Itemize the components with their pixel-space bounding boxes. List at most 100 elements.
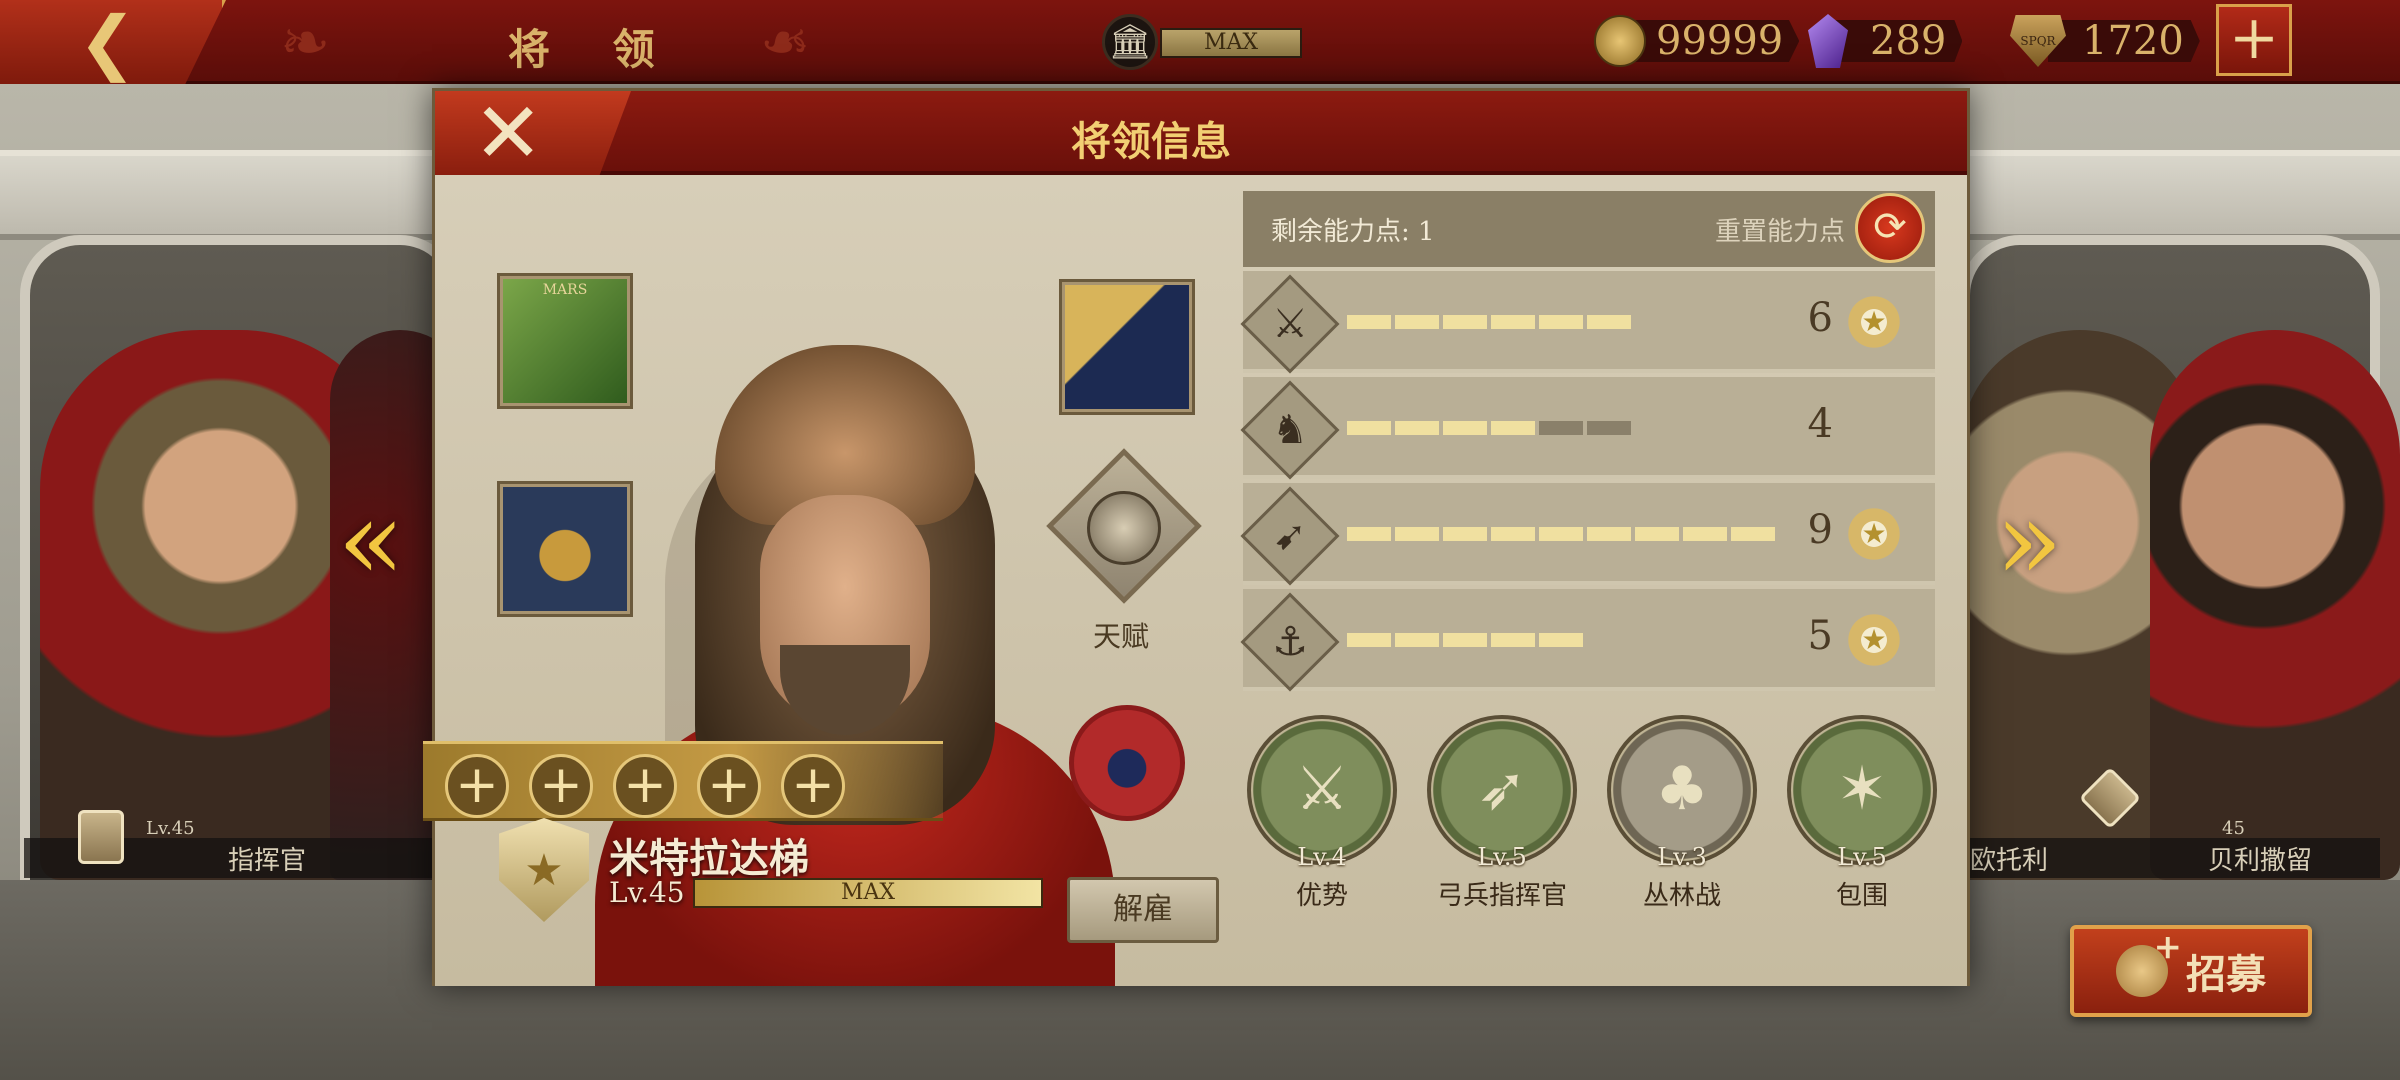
rank-shield-icon: ★ (499, 818, 589, 922)
stat-bar-navy (1347, 633, 1583, 647)
experience-bar: MAX (693, 878, 1043, 908)
stat-bar-infantry (1347, 315, 1631, 329)
back-arrow-icon: ❮ (78, 1, 137, 83)
talent-label: 天赋 (1092, 620, 1149, 653)
stat-bar-segment (1443, 527, 1487, 541)
remaining-points-label: 剩余能力点: 1 (1271, 216, 1435, 247)
equipment-slot-scroll[interactable] (1059, 279, 1195, 415)
back-button[interactable]: ❮ (0, 0, 226, 84)
ability-points-header: 剩余能力点: 1 重置能力点 ⟳ (1243, 191, 1935, 267)
hero-info-modal: ✕ 将领信息 MARS 天赋 + + + + + ★ 米特拉达梯 Lv.45 M… (423, 88, 1970, 986)
gold-resource[interactable]: 99999 (1594, 15, 1800, 67)
skill-jungle-warfare[interactable]: ♣ Lv.3 丛林战 (1607, 715, 1757, 912)
stat-bar-segment (1347, 527, 1391, 541)
reset-points-label: 重置能力点 (1714, 216, 1845, 247)
star-medal-icon[interactable]: ★ (1843, 505, 1905, 563)
gold-value: 99999 (1628, 20, 1800, 62)
side-hero-name-right-1: 欧托利 (1970, 845, 2049, 876)
side-hero-rank-badge-left (78, 810, 124, 864)
horse-icon: ♞ (1272, 407, 1308, 453)
page-title: 将 领 (508, 25, 679, 74)
upgrade-slot-4[interactable]: + (697, 754, 761, 818)
gem-value: 289 (1830, 20, 1963, 62)
stat-bar-segment (1539, 527, 1583, 541)
side-hero-level-left: Lv.45 (146, 818, 195, 839)
stat-bar-segment (1491, 315, 1535, 329)
hero-name-plate: ★ 米特拉达梯 Lv.45 MAX (499, 818, 1055, 922)
equipment-slot-banner[interactable]: MARS (497, 273, 633, 409)
stat-bar-segment (1491, 527, 1535, 541)
refresh-icon: ⟳ (1873, 204, 1907, 250)
upgrade-slot-3[interactable]: + (613, 754, 677, 818)
stat-bar-segment (1347, 315, 1391, 329)
side-hero-level-right: 45 (2222, 818, 2245, 839)
dismiss-button[interactable]: 解雇 (1067, 877, 1219, 943)
stat-bar-segment (1395, 633, 1439, 647)
stat-bar-segment (1443, 315, 1487, 329)
stat-bar-segment (1491, 633, 1535, 647)
modal-header: ✕ 将领信息 (435, 91, 1967, 175)
skill-encirclement[interactable]: ✶ Lv.5 包围 (1787, 715, 1937, 912)
stat-bar-segment (1347, 633, 1391, 647)
gem-resource[interactable]: 289 (1808, 14, 1963, 68)
gold-coin-icon (1594, 15, 1646, 67)
hero-level: Lv.45 (609, 876, 685, 909)
upgrade-slot-1[interactable]: + (445, 754, 509, 818)
temple-icon: 🏛 (1102, 14, 1158, 70)
skill-name: 丛林战 (1642, 881, 1721, 911)
skill-advantage[interactable]: ⚔ Lv.4 优势 (1247, 715, 1397, 912)
stat-value-infantry: 6 (1807, 295, 1833, 341)
skill-level: Lv.3 (1657, 843, 1707, 871)
modal-body: MARS 天赋 + + + + + ★ 米特拉达梯 Lv.45 MAX 解雇 剩… (423, 175, 1967, 986)
skill-level: Lv.5 (1477, 843, 1527, 871)
stat-bar-segment (1587, 421, 1631, 435)
upgrade-slot-row: + + + + + (423, 741, 943, 821)
stat-value-navy: 5 (1807, 613, 1833, 659)
upgrade-slot-2[interactable]: + (529, 754, 593, 818)
spartan-helmet-icon (2116, 927, 2182, 997)
stat-bar-segment (1587, 315, 1631, 329)
laurel-right-icon: ❧ (760, 8, 811, 78)
upgrade-slot-5[interactable]: + (781, 754, 845, 818)
stat-bar-segment (1539, 633, 1583, 647)
stat-bar-segment (1491, 421, 1535, 435)
stat-bar-segment (1587, 527, 1631, 541)
star-medal-icon[interactable]: ★ (1843, 293, 1905, 351)
stat-row-navy: ⚓ 5 ★ (1240, 589, 1935, 692)
stat-row-cavalry: ♞ 4 (1240, 377, 1935, 480)
crown-button[interactable] (1069, 705, 1185, 821)
reset-points-button[interactable]: ⟳ (1855, 193, 1925, 263)
next-hero-arrow-icon[interactable]: » (1994, 485, 2064, 595)
building-level-indicator[interactable]: 🏛 MAX (1102, 14, 1302, 70)
stat-bar-segment (1539, 421, 1583, 435)
stat-value-archery: 9 (1807, 507, 1833, 553)
side-hero-portrait-right-2[interactable] (2150, 330, 2400, 880)
laurel-left-icon: ❧ (280, 8, 331, 78)
stat-bar-segment (1443, 421, 1487, 435)
skill-archer-commander[interactable]: ➶ Lv.5 弓兵指挥官 (1427, 715, 1577, 912)
skill-level: Lv.5 (1837, 843, 1887, 871)
star-medal-icon[interactable]: ★ (1843, 611, 1905, 669)
skill-name: 包围 (1835, 881, 1888, 911)
recruit-button[interactable]: 招募 (2070, 925, 2312, 1017)
spqr-resource[interactable]: SPQR 1720 (2010, 15, 2200, 67)
top-bar: ❮ ❧ 将 领 ❧ 🏛 MAX 99999 289 SPQR 1720 + (0, 0, 2400, 84)
skill-name: 优势 (1295, 881, 1348, 911)
stat-bar-cavalry (1347, 421, 1631, 435)
talent-face-icon (1087, 491, 1161, 565)
stat-bar-segment (1395, 527, 1439, 541)
previous-hero-arrow-icon[interactable]: « (336, 485, 406, 595)
side-hero-name-right-2: 贝利撒留 (2208, 845, 2313, 876)
stat-bar-segment (1683, 527, 1727, 541)
stat-value-cavalry: 4 (1807, 401, 1833, 447)
building-max-label: MAX (1160, 28, 1302, 58)
recruit-label: 招募 (2186, 951, 2266, 998)
stat-row-infantry: ⚔ 6 ★ (1240, 271, 1935, 374)
experience-label: MAX (840, 880, 896, 905)
stat-bar-segment (1731, 527, 1775, 541)
stat-bar-segment (1443, 633, 1487, 647)
equipment-slot-helmet[interactable] (497, 481, 633, 617)
modal-title: 将领信息 (1071, 118, 1231, 165)
add-resource-button[interactable]: + (2216, 4, 2292, 76)
side-hero-name-left: 指挥官 (228, 845, 307, 876)
